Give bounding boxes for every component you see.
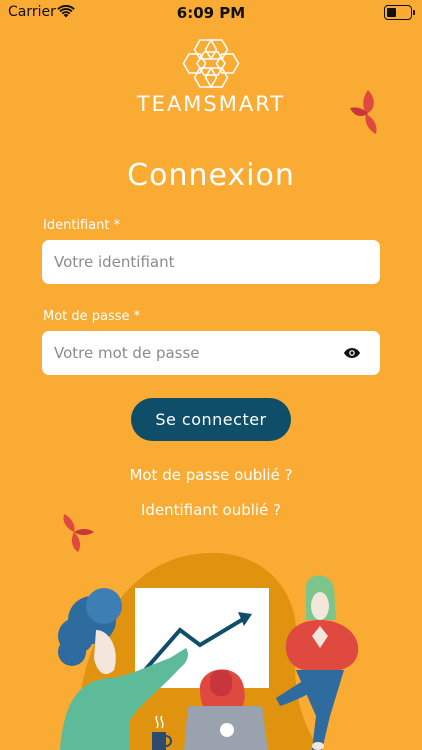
password-input[interactable] [42,331,380,375]
username-input[interactable] [42,240,380,284]
status-bar: Carrier 6:09 PM [0,0,422,24]
battery-icon [384,5,415,20]
username-label: Identifiant * [43,218,121,233]
username-field-container [42,240,380,284]
team-illustration [58,552,359,750]
password-field-container [42,331,380,375]
clock: 6:09 PM [176,4,246,22]
teamsmart-logo-icon [182,39,240,88]
login-button[interactable]: Se connecter [131,398,291,441]
decorative-petal-icon [350,90,377,134]
password-label: Mot de passe * [43,309,141,324]
forgot-password-link[interactable]: Mot de passe oublié ? [0,466,422,484]
page-title: Connexion [127,158,295,193]
show-password-eye-icon[interactable] [344,348,360,358]
